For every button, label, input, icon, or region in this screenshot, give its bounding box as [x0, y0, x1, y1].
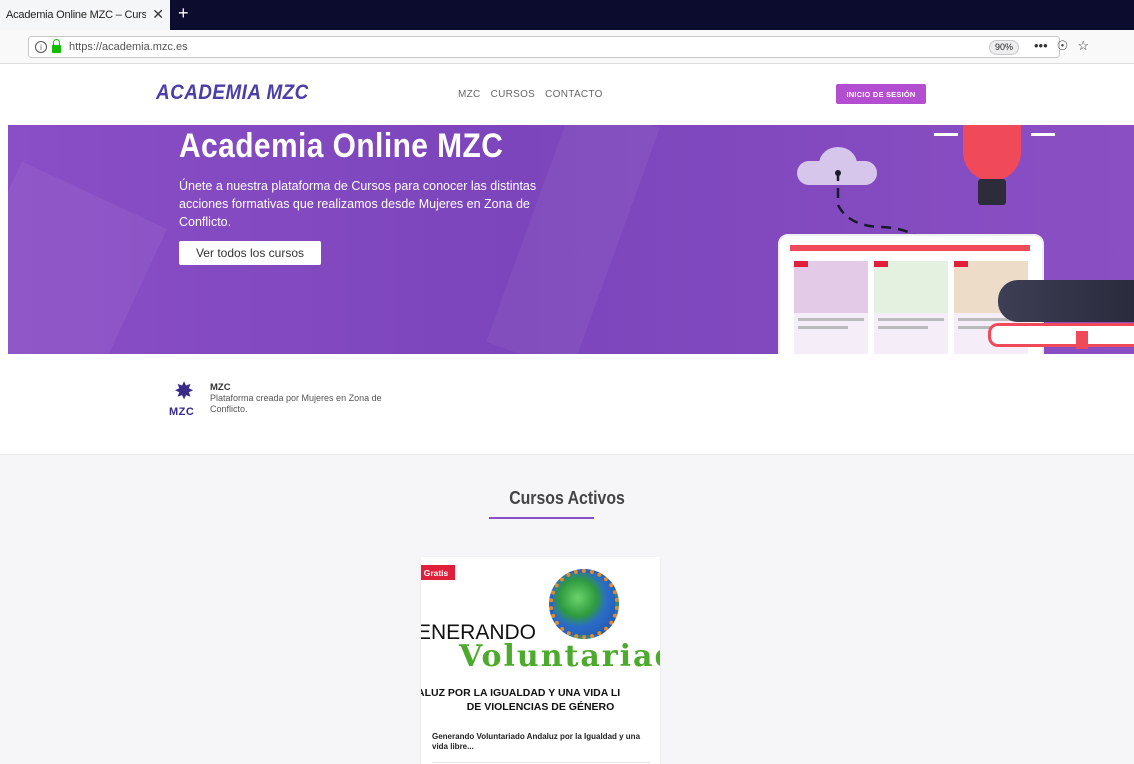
about-name: MZC: [210, 382, 231, 393]
light-ray: [1031, 133, 1055, 136]
bookmark-star-icon[interactable]: ☆: [1077, 38, 1089, 54]
browser-tab-bar: Academia Online MZC – Cursos So ✕ +: [0, 0, 1134, 30]
course-image[interactable]: ENERANDO Voluntariado ALUZ POR LA IGUALD…: [421, 557, 660, 727]
browser-nav-bar: i https://academia.mzc.es 90% ••• ☉ ☆: [0, 30, 1134, 64]
hero-description: Únete a nuestra plataforma de Cursos par…: [179, 179, 537, 229]
pocket-icon[interactable]: ☉: [1057, 38, 1069, 54]
site-logo[interactable]: ACADEMIA MZC: [156, 81, 309, 105]
close-tab-icon[interactable]: ✕: [152, 6, 164, 23]
more-actions-icon[interactable]: •••: [1034, 38, 1048, 54]
course-title-link[interactable]: Generando Voluntariado Andaluz por la Ig…: [432, 732, 652, 752]
info-icon[interactable]: i: [35, 41, 47, 53]
mini-card-line: [878, 326, 928, 329]
mini-card-badge: [954, 261, 968, 267]
mini-card-badge: [794, 261, 808, 267]
mini-card-image: [874, 261, 948, 313]
mzc-logo: ✸ MZC: [168, 380, 204, 424]
browser-tab[interactable]: Academia Online MZC – Cursos So ✕: [0, 0, 170, 30]
view-all-courses-button[interactable]: Ver todos los cursos: [179, 241, 321, 265]
mini-course-card: [794, 261, 868, 354]
tab-title: Academia Online MZC – Cursos So: [6, 9, 146, 21]
mini-card-line: [878, 318, 944, 321]
menu-item-mzc[interactable]: MZC: [458, 89, 481, 100]
about-block: ✸ MZC MZC Plataforma creada por Mujeres …: [168, 374, 468, 434]
site-header: ACADEMIA MZC MZC CURSOS CONTACTO INICIO …: [0, 64, 1134, 125]
login-button[interactable]: INICIO DE SESIÓN: [836, 84, 926, 104]
page-action-icons: ••• ☉ ☆: [1034, 38, 1089, 54]
course-image-text: DE VIOLENCIAS DE GÉNERO: [466, 701, 615, 713]
section-title: Cursos Activos: [509, 488, 625, 508]
section-title-underline: [489, 517, 594, 519]
menu-item-contacto[interactable]: CONTACTO: [545, 89, 603, 100]
divider: [432, 762, 650, 763]
book-illustration: [988, 323, 1134, 347]
mzc-logo-text: MZC: [169, 406, 195, 418]
hero-title: Academia Online MZC: [179, 127, 504, 165]
mini-course-card: [874, 261, 948, 354]
course-image-text: ALUZ POR LA IGUALDAD Y UNA VIDA LI: [421, 687, 621, 699]
globe-icon: [549, 569, 619, 639]
about-description: Plataforma creada por Mujeres en Zona de…: [210, 393, 382, 414]
hero-decoration: [486, 125, 660, 354]
course-image-text: Voluntariado: [459, 639, 660, 674]
main-menu: MZC CURSOS CONTACTO: [458, 89, 603, 100]
book-bookmark: [1076, 331, 1088, 349]
book-illustration: [998, 280, 1134, 322]
active-courses-section: Cursos Activos ENERANDO Voluntariado ALU…: [0, 454, 1134, 764]
laptop-header-bar: [790, 245, 1030, 251]
mini-card-image: [794, 261, 868, 313]
free-badge: Gratis: [421, 565, 455, 580]
lightbulb-base: [978, 179, 1006, 205]
zoom-level-button[interactable]: 90%: [989, 40, 1019, 55]
hero-banner: Academia Online MZC Únete a nuestra plat…: [8, 125, 1134, 354]
new-tab-button[interactable]: +: [178, 3, 189, 24]
light-ray: [934, 133, 958, 136]
menu-item-cursos[interactable]: CURSOS: [491, 89, 536, 100]
course-card[interactable]: ENERANDO Voluntariado ALUZ POR LA IGUALD…: [421, 557, 660, 764]
mini-card-badge: [874, 261, 888, 267]
mini-card-line: [798, 326, 848, 329]
url-bar[interactable]: i https://academia.mzc.es 90% ••• ☉ ☆: [28, 36, 1089, 58]
mini-card-line: [798, 318, 864, 321]
star-icon: ✸: [174, 378, 195, 405]
hero-decoration: [8, 161, 167, 354]
url-text[interactable]: https://academia.mzc.es: [69, 41, 188, 53]
lock-icon[interactable]: [52, 38, 61, 53]
